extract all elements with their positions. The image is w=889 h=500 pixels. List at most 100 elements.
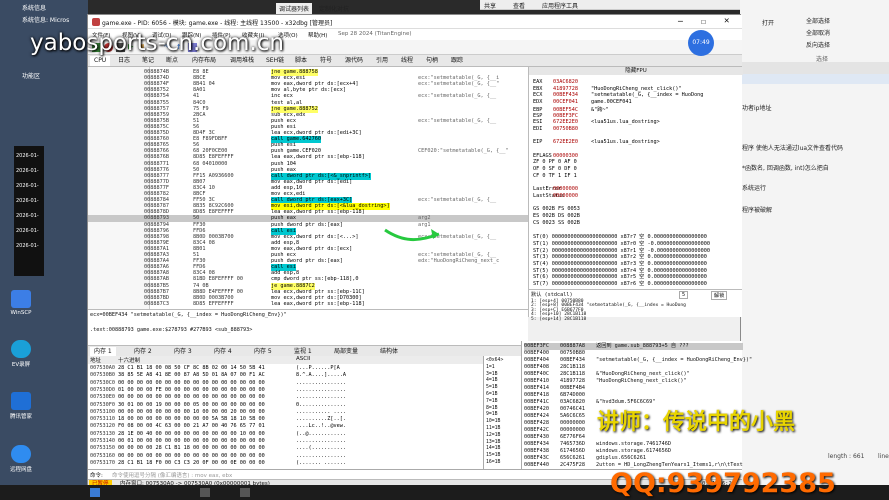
side-list-item: 15=1B (486, 453, 501, 459)
disasm-bytes: 8D85 EFFEFFFF (193, 300, 234, 307)
text-line: *函数名, 回调函数, int)怎么把自 (742, 165, 829, 172)
stack-value: 00746C41 (560, 406, 585, 412)
view-tabs: CPU 日志 笔记 断点 内存布局 调用堆栈 SEH链 脚本 符号 源代码 引用… (88, 55, 742, 67)
tab-notes[interactable]: 笔记 (138, 56, 158, 66)
hex-dump-pane[interactable]: 地址 十六进制 ASCII 007530A0 28 C1 B1 18 00 08 … (88, 356, 483, 469)
register-row[interactable]: EAX 03AC6820 (533, 79, 591, 85)
winscp-desktop-icon[interactable]: WinSCP (4, 290, 38, 320)
maximize-icon[interactable]: ☐ (701, 17, 706, 26)
register-row[interactable]: ESP 00BEF3FC (533, 113, 591, 119)
start-icon[interactable] (90, 488, 100, 497)
command-input[interactable]: 命令使用逗号分隔 (像汇编语言) : mov eax, ebx (112, 471, 672, 479)
register-row[interactable] (533, 133, 591, 139)
register-name: ZF 0 PF 0 AF 0 (533, 159, 577, 166)
custom-tab[interactable]: 定制化对抗 (316, 3, 352, 14)
recording-timer: 07:49 (688, 30, 714, 56)
stack-value: 00750B80 (560, 350, 585, 356)
stack-row[interactable]: 00BEF40C 28C1B118 &"HuoDongRiCheng_next_cl… (524, 371, 743, 378)
register-row[interactable]: LastError00000000 (533, 186, 591, 192)
open-button[interactable]: 打开 (762, 18, 774, 27)
register-name: ST(7) 000000000000000000000 x87r6 空 0.00… (533, 281, 707, 287)
unlock-button[interactable]: 解锁 (711, 291, 728, 300)
tab-threads[interactable]: 线程 (397, 56, 417, 66)
stack-row[interactable]: 00BEF3FC 008887A8 返回到 game.sub_888793+5 自 … (524, 343, 743, 350)
side-list-item: 10=1B (486, 419, 501, 425)
select-none-button[interactable]: 全部取消 (806, 28, 830, 37)
stack-row[interactable]: 00BEF438 6174656D windows.storage.6174656D (524, 448, 743, 455)
register-name: EBX (533, 85, 543, 92)
register-row[interactable]: CS 0023 SS 002B (533, 220, 591, 226)
register-row[interactable] (533, 146, 591, 152)
tab-view[interactable]: 查看 (513, 1, 525, 10)
arg-count-stepper[interactable]: 5 (679, 291, 689, 299)
tab-app-tools[interactable]: 应用程序工具 (542, 1, 578, 10)
tab-trace[interactable]: 跟踪 (447, 56, 467, 66)
select-all-button[interactable]: 全部选择 (806, 16, 830, 25)
info-pane: ecx=00BEF434 "setmetatable(_G, {__index … (88, 309, 528, 345)
stack-address: 00BEF418 (524, 392, 549, 398)
tab-share[interactable]: 共享 (484, 1, 496, 10)
close-icon[interactable]: ✕ (724, 16, 729, 26)
register-row[interactable]: EBX 41897728 "HuoDongRiCheng_next_click()" (533, 86, 682, 92)
register-row[interactable]: EFLAGS00000300 (533, 153, 591, 159)
tab-log[interactable]: 日志 (114, 56, 134, 66)
disasm-instruction: lea eax,dword ptr ss:[ebp-118] (271, 300, 365, 307)
register-row[interactable]: CF 0 TF 1 IF 1 (533, 173, 591, 179)
disassembly-pane[interactable]: 0088874B E8 8E jne game.888758 0088874D 8BCE… (88, 67, 528, 309)
minimize-icon[interactable]: ─ (678, 17, 683, 26)
register-row[interactable]: EDX 00CEF041 game.00CEF041 (533, 99, 632, 105)
register-value: 00000000 (553, 186, 578, 193)
stack-value: 00BEF4B4 (560, 385, 585, 391)
ev-recorder-desktop-icon[interactable]: EV录屏 (4, 340, 38, 370)
register-row[interactable] (533, 180, 591, 186)
taskbar-app-icon[interactable] (240, 488, 250, 497)
dump-row[interactable]: 00753170 28 C1 B1 18 F0 00 C3 C3 20 0F 00… (88, 460, 483, 468)
tab-breakpoints[interactable]: 断点 (162, 56, 182, 66)
registers-pane[interactable]: 隐藏FPU EAX 03AC6820 EBX 41897728 "HuoDongRiCh… (528, 67, 743, 289)
side-date: 2026-01- (16, 228, 39, 234)
register-row[interactable]: ES 002B DS 002B (533, 213, 591, 219)
register-row[interactable]: ECX 00BEF434 "setmetatable(_G, {__index = … (533, 92, 703, 98)
stack-row[interactable]: 00BEF418 6B74D000 (524, 392, 743, 399)
register-row[interactable]: ESI 672EE2E0 <lua51us.lua_dostring> (533, 119, 660, 125)
tab-handles[interactable]: 句柄 (422, 56, 442, 66)
stack-row[interactable]: 00BEF434 7465736D windows.storage.7461746D (524, 441, 743, 448)
side-list-item: <0x64> (486, 358, 504, 363)
stack-row[interactable]: 00BEF404 00BEF434 "setmetatable(_G, {__ind… (524, 357, 752, 364)
debugger-list-tab[interactable]: 调试器列表 (276, 3, 313, 14)
register-row[interactable]: EIP 672EE2E0 <lua51us.lua_dostring> (533, 139, 660, 145)
text-line: 系统运行 (742, 185, 767, 192)
stack-row[interactable]: 00BEF410 41897728 "HuoDongRiCheng_next_cli… (524, 378, 743, 385)
stack-row[interactable]: 00BEF400 00750B80 (524, 350, 743, 357)
register-row[interactable] (533, 200, 591, 206)
register-comment: <lua51us.lua_dostring> (591, 119, 660, 126)
register-row[interactable]: GS 002B FS 0053 (533, 206, 591, 212)
call-convention-select[interactable]: 默认 (stdcall) (531, 291, 573, 298)
register-row[interactable]: LastStatus00000000 (533, 193, 591, 199)
disasm-row[interactable]: 008887C3 8D85 EFFEFFFF lea eax,dword ptr s… (88, 301, 528, 308)
register-row[interactable]: EDI 00750B80 (533, 126, 591, 132)
tab-references[interactable]: 引用 (372, 56, 392, 66)
tab-source[interactable]: 源代码 (341, 56, 367, 66)
hide-fpu-button[interactable]: 隐藏FPU (529, 67, 743, 75)
manager-desktop-icon[interactable]: 腾讯管家 (4, 392, 38, 422)
stack-row[interactable]: 00BEF408 28C1B118 (524, 364, 743, 371)
tab-seh[interactable]: SEH链 (262, 56, 288, 66)
stack-row[interactable]: 00BEF43C 656C6261 gdiplus.656C6261 (524, 455, 743, 462)
netdisk-desktop-icon[interactable]: 远程网盘 (4, 445, 38, 475)
register-row[interactable] (533, 226, 591, 232)
stack-row[interactable]: 00BEF414 00BEF4B4 (524, 385, 743, 392)
register-row[interactable]: ZF 0 PF 0 AF 0 (533, 159, 591, 165)
tab-memory-map[interactable]: 内存布局 (188, 56, 220, 66)
explorer-address-bar[interactable] (740, 62, 889, 74)
register-row[interactable]: ST(7) 000000000000000000000 x87r6 空 0.00… (533, 280, 707, 287)
menu-help[interactable]: 帮助(H) (308, 31, 327, 39)
tab-symbols[interactable]: 符号 (316, 56, 336, 66)
tab-script[interactable]: 脚本 (291, 56, 311, 66)
register-row[interactable]: OF 0 SF 0 DF 0 (533, 166, 591, 172)
text-line: 功者ip地址 (742, 105, 772, 112)
tab-call-stack[interactable]: 调用堆栈 (226, 56, 258, 66)
taskbar-app-icon[interactable] (200, 488, 210, 497)
invert-selection-button[interactable]: 反向选择 (806, 40, 830, 49)
tab-cpu[interactable]: CPU (90, 56, 111, 66)
